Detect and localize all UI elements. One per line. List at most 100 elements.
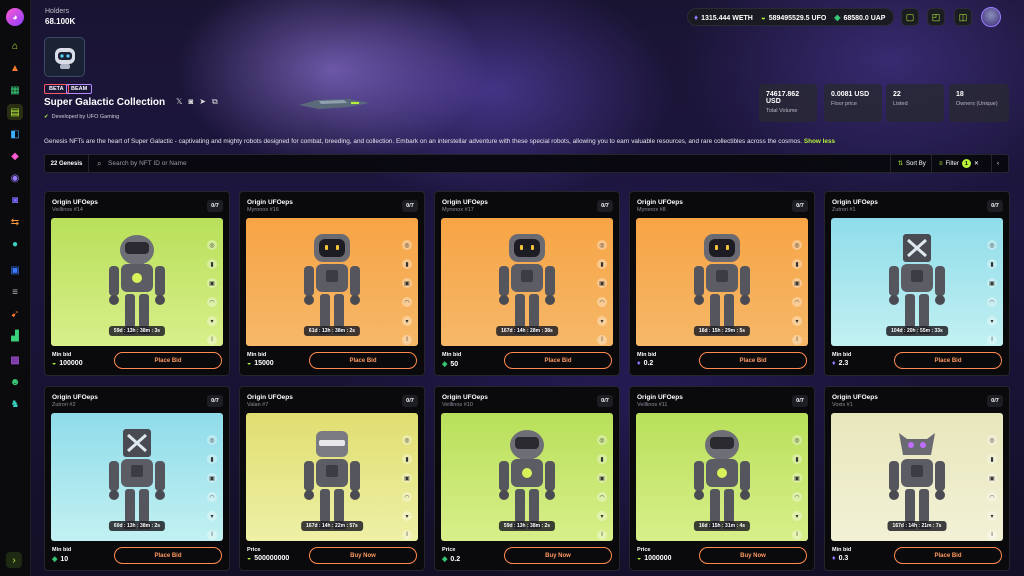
discord-icon[interactable]: ◙	[7, 192, 23, 208]
place-bid-button[interactable]: Place Bid	[504, 352, 612, 369]
list-icon[interactable]: ≡	[7, 284, 23, 300]
core-part-icon: ◠	[402, 492, 412, 502]
stat-owners: 18 Owners (Unique)	[949, 84, 1009, 122]
alien-icon[interactable]: ☻	[7, 374, 23, 390]
nft-card[interactable]: Origin UFOeps Valan #7 0/7 ◎ ▮ ▣ ◠ ▾ ǀ 1…	[239, 386, 425, 571]
wallet-balances[interactable]: ♦ 1315.444 WETH ◒ 589495529.5 UFO ◈ 68580.0…	[687, 8, 894, 26]
core-part-icon: ◠	[987, 297, 997, 307]
card-artwork[interactable]: ◎ ▮ ▣ ◠ ▾ ǀ 16d : 15h : 31m : 4s	[636, 413, 808, 541]
price-label: Min bid	[247, 352, 267, 358]
nft-card[interactable]: Origin UFOeps Veillinos #14 0/7 ◎ ▮ ▣ ◠ …	[44, 191, 230, 376]
chart-icon[interactable]: ▟	[7, 328, 23, 344]
filter-button[interactable]: ≡ Filter 1 ✕	[931, 155, 991, 172]
arm-part-icon: ▮	[402, 454, 412, 464]
price-value: ◒ 100000	[52, 360, 83, 367]
part-slots: ◎ ▮ ▣ ◠ ▾ ǀ	[987, 435, 997, 540]
body-part-icon: ▣	[597, 473, 607, 483]
place-bid-button[interactable]: Place Bid	[894, 352, 1002, 369]
card-name: Origin UFOeps	[637, 199, 683, 206]
weapon-part-icon: ǀ	[792, 530, 802, 540]
legs-part-icon: ▾	[597, 511, 607, 521]
inventory-icon[interactable]: ◧	[7, 126, 23, 142]
sort-button[interactable]: ⇅ Sort By	[890, 155, 933, 172]
legs-part-icon: ▾	[207, 511, 217, 521]
nft-card[interactable]: Origin UFOeps Zutrori #2 0/7 ◎ ▮ ▣ ◠ ▾ ǀ…	[44, 386, 230, 571]
card-artwork[interactable]: ◎ ▮ ▣ ◠ ▾ ǀ 59d : 13h : 38m : 3s	[51, 218, 223, 346]
nft-card[interactable]: Origin UFOeps Zutrori #1 0/7 ◎ ▮ ▣ ◠ ▾ ǀ…	[824, 191, 1010, 376]
rewards-button[interactable]: ◰	[927, 8, 945, 26]
stat-floor-price: 0.0081 USD Floor price	[824, 84, 882, 122]
nft-card[interactable]: Origin UFOeps Veillinos #11 0/7 ◎ ▮ ▣ ◠ …	[629, 386, 815, 571]
nft-card[interactable]: Origin UFOeps Veillinos #10 0/7 ◎ ▮ ▣ ◠ …	[434, 386, 620, 571]
gem-coin-icon: ◈	[442, 361, 448, 368]
buy-now-button[interactable]: Buy Now	[504, 547, 612, 564]
rocket-icon[interactable]: ➹	[7, 306, 23, 322]
robot-illustration	[304, 234, 360, 334]
price-value: ◒ 500000000	[247, 555, 290, 562]
robot-illustration	[109, 235, 165, 334]
website-icon[interactable]: ⧉	[212, 97, 218, 107]
card-artwork[interactable]: ◎ ▮ ▣ ◠ ▾ ǀ 61d : 13h : 38m : 2s	[246, 218, 418, 346]
app-logo-icon[interactable]: ◕	[6, 8, 24, 26]
nft-card[interactable]: Origin UFOeps Myronox #16 0/7 ◎ ▮ ▣ ◠ ▾ …	[239, 191, 425, 376]
card-artwork[interactable]: ◎ ▮ ▣ ◠ ▾ ǀ 60d : 13h : 38m : 2s	[51, 413, 223, 541]
nft-card[interactable]: Origin UFOeps Myronox #17 0/7 ◎ ▮ ▣ ◠ ▾ …	[434, 191, 620, 376]
robot-icon[interactable]: ▣	[7, 262, 23, 278]
swap-icon[interactable]: ⇆	[7, 214, 23, 230]
nft-card[interactable]: Origin UFOeps Voxis #1 0/7 ◎ ▮ ▣ ◠ ▾ ǀ 1…	[824, 386, 1010, 571]
auction-timer: 16d : 15h : 29m : 5s	[693, 326, 751, 336]
part-slots: ◎ ▮ ▣ ◠ ▾ ǀ	[792, 435, 802, 540]
card-artwork[interactable]: ◎ ▮ ▣ ◠ ▾ ǀ 59d : 13h : 38m : 2s	[441, 413, 613, 541]
search-input[interactable]	[108, 157, 508, 170]
body-part-icon: ▣	[402, 473, 412, 483]
discord-icon[interactable]: ◙	[188, 97, 193, 107]
x-twitter-icon[interactable]: 𝕏	[176, 97, 182, 107]
planet-icon[interactable]: ◉	[7, 170, 23, 186]
buy-now-button[interactable]: Buy Now	[309, 547, 417, 564]
place-bid-button[interactable]: Place Bid	[114, 352, 222, 369]
card-token-id: Zutrori #2	[52, 402, 76, 408]
expand-sidebar-icon[interactable]: ›	[6, 552, 22, 568]
cart-button[interactable]: ◫	[954, 8, 972, 26]
head-part-icon: ◎	[792, 435, 802, 445]
telegram-icon[interactable]: ➤	[199, 97, 206, 107]
card-artwork[interactable]: ◎ ▮ ▣ ◠ ▾ ǀ 16d : 15h : 29m : 5s	[636, 218, 808, 346]
genesis-count-tab[interactable]: 22 Genesis	[45, 155, 89, 172]
card-artwork[interactable]: ◎ ▮ ▣ ◠ ▾ ǀ 167d : 14h : 22m : 57s	[246, 413, 418, 541]
card-parts-count: 0/7	[597, 395, 613, 407]
part-slots: ◎ ▮ ▣ ◠ ▾ ǀ	[402, 240, 412, 345]
arm-part-icon: ▮	[792, 259, 802, 269]
core-part-icon: ◠	[792, 492, 802, 502]
place-bid-button[interactable]: Place Bid	[699, 352, 807, 369]
place-bid-button[interactable]: Place Bid	[114, 547, 222, 564]
nft-card[interactable]: Origin UFOeps Myronox #8 0/7 ◎ ▮ ▣ ◠ ▾ ǀ…	[629, 191, 815, 376]
show-less-link[interactable]: Show less	[804, 138, 835, 145]
collapse-panel-button[interactable]: ‹	[991, 155, 1009, 172]
user-avatar[interactable]	[981, 7, 1001, 27]
marketplace-icon[interactable]: ▤	[7, 104, 23, 120]
card-token-id: Voxis #1	[832, 402, 853, 408]
wallet-button[interactable]: ▢	[901, 8, 919, 26]
place-bid-button[interactable]: Place Bid	[894, 547, 1002, 564]
collection-description: Genesis NFTs are the heart of Super Gala…	[44, 138, 836, 145]
core-part-icon: ◠	[207, 297, 217, 307]
card-artwork[interactable]: ◎ ▮ ▣ ◠ ▾ ǀ 167d : 14h : 21m : 7s	[831, 413, 1003, 541]
clear-filter-icon[interactable]: ✕	[974, 160, 979, 167]
buy-now-button[interactable]: Buy Now	[699, 547, 807, 564]
token-icon[interactable]: ●	[7, 236, 23, 252]
card-artwork[interactable]: ◎ ▮ ▣ ◠ ▾ ǀ 167d : 14h : 28m : 38s	[441, 218, 613, 346]
part-slots: ◎ ▮ ▣ ◠ ▾ ǀ	[597, 240, 607, 345]
sort-icon: ⇅	[898, 161, 904, 167]
home-icon[interactable]: ⌂	[7, 38, 23, 54]
arm-part-icon: ▮	[597, 454, 607, 464]
mascot-icon[interactable]: ♞	[7, 396, 23, 412]
price-label: Price	[637, 547, 651, 553]
nft-icon[interactable]: ▩	[7, 352, 23, 368]
ufo-coin-icon: ◒	[52, 360, 57, 367]
collection-title: Super Galactic Collection	[44, 97, 166, 108]
grid-icon[interactable]: ▦	[7, 82, 23, 98]
card-artwork[interactable]: ◎ ▮ ▣ ◠ ▾ ǀ 104d : 20h : 55m : 33s	[831, 218, 1003, 346]
trending-icon[interactable]: ▲	[7, 60, 23, 76]
place-bid-button[interactable]: Place Bid	[309, 352, 417, 369]
cube-icon[interactable]: ◆	[7, 148, 23, 164]
